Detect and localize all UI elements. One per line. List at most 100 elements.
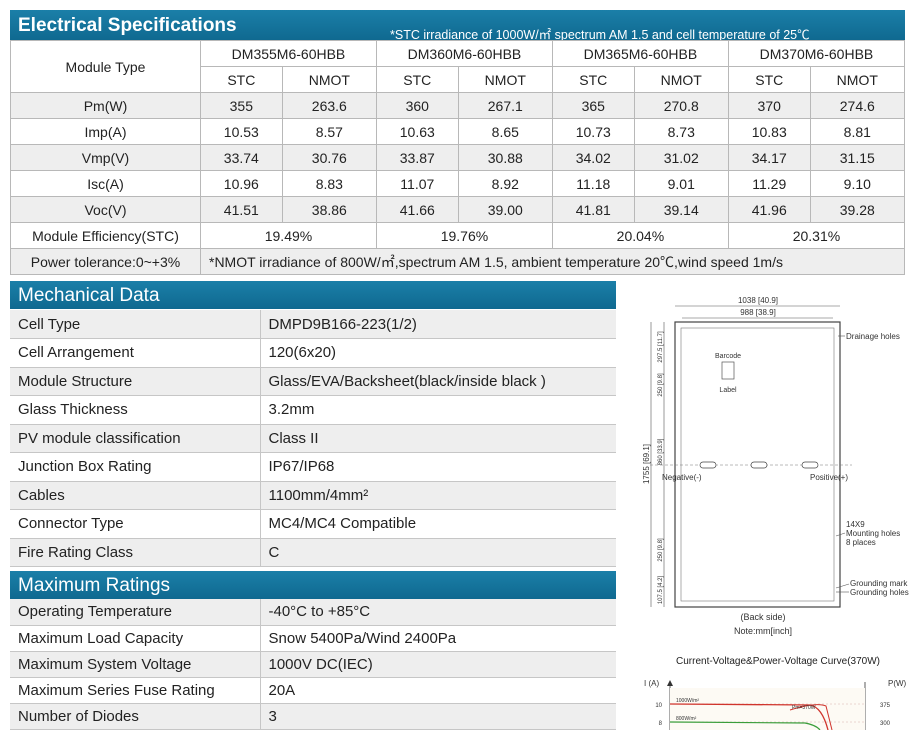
value-cell: 30.88 <box>457 144 553 171</box>
y-left-label: I (A) <box>644 679 659 688</box>
condition-header: NMOT <box>457 66 553 93</box>
value-cell: 39.00 <box>457 196 553 223</box>
grounding-mark-label: Grounding mark <box>850 579 908 588</box>
electrical-title: Electrical Specifications <box>18 15 237 36</box>
maximum-ratings-table: Operating Temperature -40°C to +85°C Maxim… <box>10 599 616 730</box>
maximum-ratings-title: Maximum Ratings <box>18 575 171 596</box>
value-cell: 370 <box>727 92 811 119</box>
maximum-ratings-header: Maximum Ratings <box>10 571 616 599</box>
spec-value: 3 <box>260 703 616 730</box>
label-800: 800W/m² <box>676 716 697 722</box>
tolerance-row: Power tolerance:0~+3% *NMOT irradiance of… <box>10 248 905 275</box>
spec-row: Maximum System Voltage 1000V DC(IEC) <box>10 651 616 678</box>
mounting-count: 8 places <box>846 538 876 547</box>
spec-row: Fire Rating Class C <box>10 538 616 567</box>
spec-value: 1100mm/4mm² <box>260 481 616 510</box>
row-label: Pm(W) <box>10 92 201 119</box>
tick-right-375: 375 <box>880 703 891 709</box>
value-cell: 8.57 <box>281 118 377 145</box>
value-cell: 34.02 <box>551 144 635 171</box>
efficiency-value: 20.31% <box>727 222 906 249</box>
iv-curve: Current-Voltage&Power-Voltage Curve(370W… <box>640 652 920 730</box>
spec-value: IP67/IP68 <box>260 452 616 482</box>
dim-mid-label: 250 [9.8] <box>658 373 664 397</box>
spec-label: Maximum Load Capacity <box>10 625 261 652</box>
spec-value: 120(6x20) <box>260 338 616 368</box>
back-side-label: (Back side) <box>740 612 785 622</box>
negative-label: Negative(-) <box>662 473 702 482</box>
label-1000: 1000W/m² <box>676 698 699 704</box>
height-label: 1755 [69.1] <box>642 444 651 484</box>
value-cell: 9.01 <box>633 170 729 197</box>
value-cell: 8.65 <box>457 118 553 145</box>
tick-right-300: 300 <box>880 721 891 727</box>
value-cell: 267.1 <box>457 92 553 119</box>
spec-label: Cell Type <box>10 310 261 339</box>
spec-row: Connector Type MC4/MC4 Compatible <box>10 509 616 539</box>
model-header: DM360M6-60HBB <box>375 40 553 67</box>
drainage-label: Drainage holes <box>846 332 900 341</box>
spec-row: Number of Diodes 3 <box>10 703 616 730</box>
spec-value: DMPD9B166-223(1/2) <box>260 310 616 339</box>
spec-value: Class II <box>260 424 616 453</box>
width-inner-label: 988 [38.9] <box>740 308 776 317</box>
spec-label: Operating Temperature <box>10 599 261 626</box>
spec-label: Cables <box>10 481 261 510</box>
spec-label: Connector Type <box>10 509 261 539</box>
electrical-header: Electrical Specifications *STC irradianc… <box>10 10 905 42</box>
width-outer-label: 1038 [40.9] <box>738 296 778 305</box>
model-header: DM355M6-60HBB <box>200 40 377 67</box>
row-label: Isc(A) <box>10 170 201 197</box>
spec-label: Maximum Series Fuse Rating <box>10 677 261 704</box>
condition-header: STC <box>551 66 635 93</box>
value-cell: 10.73 <box>551 118 635 145</box>
mounting-size: 14X9 <box>846 520 865 529</box>
value-cell: 10.53 <box>200 118 283 145</box>
value-cell: 31.02 <box>633 144 729 171</box>
mechanical-header: Mechanical Data <box>10 281 616 309</box>
mechanical-title: Mechanical Data <box>18 285 160 306</box>
dim-860-label: 860 [33.9] <box>658 438 664 465</box>
value-cell: 41.66 <box>375 196 459 223</box>
dim-top-label: 297.5 [11.7] <box>658 331 664 363</box>
spec-value: Glass/EVA/Backsheet(black/inside black ) <box>260 367 616 396</box>
barcode-label: Barcode <box>715 353 741 360</box>
spec-row: Junction Box Rating IP67/IP68 <box>10 452 616 482</box>
value-cell: 9.10 <box>809 170 906 197</box>
units-note: Note:mm[inch] <box>734 626 792 636</box>
row-label: Imp(A) <box>10 118 201 145</box>
tick-left-8: 8 <box>659 721 663 727</box>
power-tolerance: Power tolerance:0~+3% <box>10 248 201 275</box>
electrical-table: Module Type DM355M6-60HBB DM360M6-60HBB DM3… <box>10 40 906 275</box>
table-row: Pm(W) 355 263.6 360 267.1 365 270.8 370 274.6 <box>10 92 906 119</box>
label-pm: Pm=370W <box>792 705 816 711</box>
module-drawing: 1038 [40.9] 988 [38.9] 1755 [69.1] 860 [… <box>630 292 920 642</box>
value-cell: 38.86 <box>281 196 377 223</box>
condition-header: NMOT <box>809 66 906 93</box>
curve-title: Current-Voltage&Power-Voltage Curve(370W… <box>676 656 880 667</box>
negative-connector-icon <box>699 461 717 469</box>
spec-row: Module Structure Glass/EVA/Backsheet(blac… <box>10 367 616 396</box>
value-cell: 8.83 <box>281 170 377 197</box>
value-cell: 8.73 <box>633 118 729 145</box>
value-cell: 10.83 <box>727 118 811 145</box>
value-cell: 39.28 <box>809 196 906 223</box>
model-row: Module Type DM355M6-60HBB DM360M6-60HBB DM3… <box>10 40 906 93</box>
spec-value: 20A <box>260 677 616 704</box>
spec-label: Glass Thickness <box>10 395 261 425</box>
spec-label: Module Structure <box>10 367 261 396</box>
spec-row: Operating Temperature -40°C to +85°C <box>10 599 616 626</box>
condition-header: STC <box>375 66 459 93</box>
value-cell: 270.8 <box>633 92 729 119</box>
dim-mid2-label: 250 [9.8] <box>658 538 664 562</box>
table-row: Voc(V) 41.51 38.86 41.66 39.00 41.81 39.14 41.9… <box>10 196 906 223</box>
value-cell: 41.51 <box>200 196 283 223</box>
efficiency-row: Module Efficiency(STC) 19.49% 19.76% 20.04%… <box>10 222 906 249</box>
positive-connector-icon <box>801 461 819 469</box>
mechanical-table: Cell Type DMPD9B166-223(1/2) Cell Arrangem… <box>10 310 616 567</box>
value-cell: 8.92 <box>457 170 553 197</box>
row-label: Voc(V) <box>10 196 201 223</box>
value-cell: 263.6 <box>281 92 377 119</box>
spec-label: Cell Arrangement <box>10 338 261 368</box>
row-label: Vmp(V) <box>10 144 201 171</box>
